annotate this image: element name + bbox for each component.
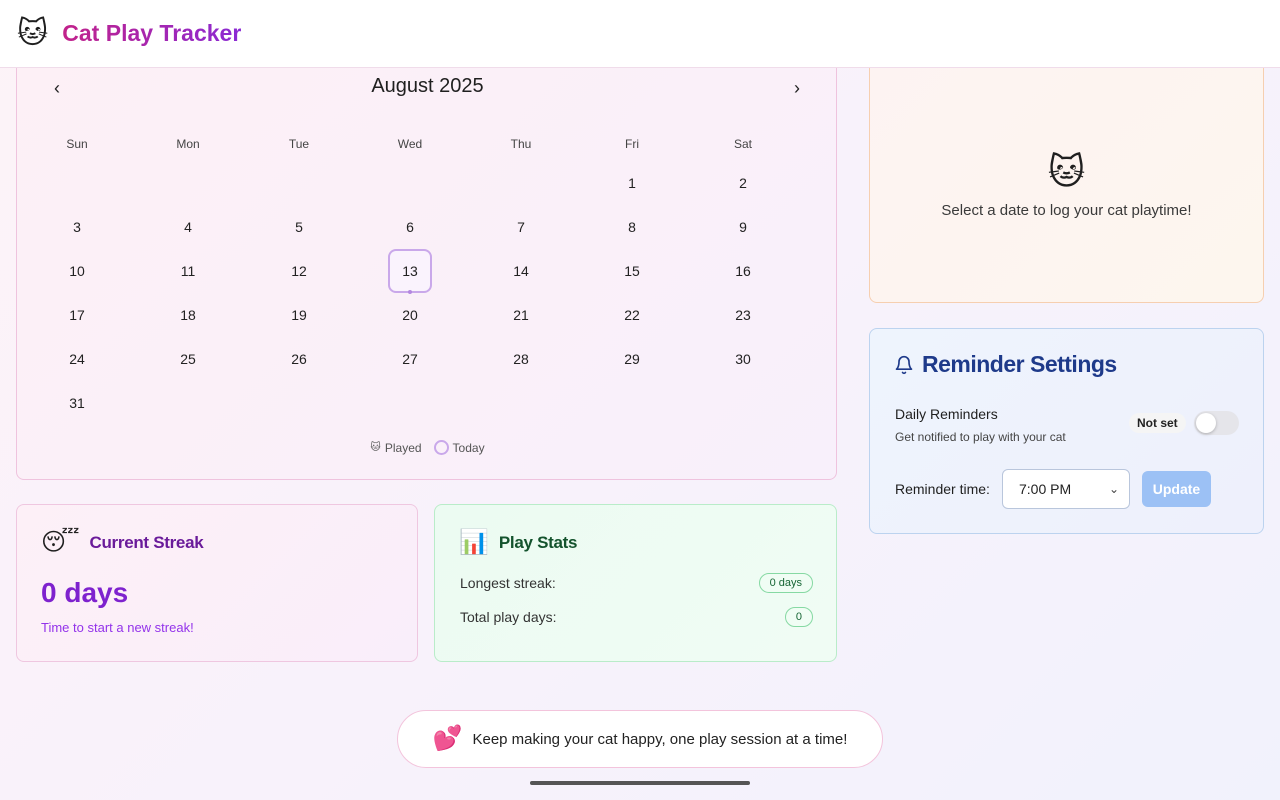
bell-icon <box>895 355 913 374</box>
calendar-day[interactable]: 2 <box>721 161 765 205</box>
sleepy-face-icon: 😴 <box>41 529 80 556</box>
reminder-status-badge: Not set <box>1129 413 1186 433</box>
streak-subtitle: Time to start a new streak! <box>41 620 194 635</box>
calendar-day-today[interactable]: 13 <box>388 249 432 294</box>
selected-time: 7:00 PM <box>1019 481 1072 497</box>
calendar-day[interactable]: 24 <box>55 337 99 381</box>
footer-message-pill: 💕 Keep making your cat happy, one play s… <box>397 710 883 768</box>
calendar-day[interactable]: 23 <box>721 293 765 337</box>
reminder-time-select[interactable]: 7:00 PM ⌄ <box>1002 469 1130 509</box>
daily-reminders-description: Get notified to play with your cat <box>895 430 1066 444</box>
legend-played-label: Played <box>384 440 422 455</box>
today-ring-icon <box>433 440 449 455</box>
reminder-time-label: Reminder time: <box>895 481 990 497</box>
cat-logo-icon: 🐱 <box>17 16 49 50</box>
stat-label: Longest streak: <box>460 575 556 591</box>
toggle-knob <box>1196 413 1216 433</box>
calendar-day[interactable]: 28 <box>499 337 543 381</box>
calendar-day[interactable]: 1 <box>610 161 654 205</box>
calendar-day[interactable]: 12 <box>277 249 321 293</box>
streak-value: 0 days <box>41 577 129 608</box>
calendar-month-label: August 2025 <box>371 75 484 97</box>
calendar-day[interactable]: 3 <box>55 205 99 249</box>
stat-label: Total play days: <box>460 609 557 625</box>
calendar-day[interactable]: 7 <box>499 205 543 249</box>
reminder-settings-card: Reminder Settings Daily Reminders Get no… <box>869 328 1264 534</box>
cat-face-icon: 🐱 <box>370 442 381 453</box>
weekday-label: Fri <box>625 137 639 151</box>
daily-reminders-toggle[interactable] <box>1194 411 1239 435</box>
stats-title: Play Stats <box>498 533 578 552</box>
calendar-day[interactable]: 30 <box>721 337 765 381</box>
calendar-day[interactable]: 8 <box>610 205 654 249</box>
calendar-card: ‹ August 2025 › Sun Mon Tue Wed Thu Fri Sat 12… <box>16 50 837 480</box>
calendar-day[interactable]: 31 <box>55 381 99 425</box>
app-title: Cat Play Tracker <box>62 20 242 46</box>
calendar-day[interactable]: 21 <box>499 293 543 337</box>
calendar-day[interactable]: 22 <box>610 293 654 337</box>
calendar-day[interactable]: 5 <box>277 205 321 249</box>
calendar-day[interactable]: 6 <box>388 205 432 249</box>
weekday-label: Mon <box>176 137 200 151</box>
chevron-down-icon: ⌄ <box>1108 482 1119 496</box>
calendar-day[interactable]: 20 <box>388 293 432 337</box>
daily-reminders-label: Daily Reminders <box>895 406 998 422</box>
stat-badge: 0 days <box>758 573 813 593</box>
calendar-day[interactable]: 17 <box>55 293 99 337</box>
calendar-day[interactable]: 4 <box>166 205 210 249</box>
weekday-label: Thu <box>510 137 532 151</box>
update-button[interactable]: Update <box>1142 471 1211 507</box>
calendar-day[interactable]: 25 <box>166 337 210 381</box>
legend-today: Today <box>433 440 485 455</box>
streak-title: Current Streak <box>89 533 204 552</box>
calendar-day[interactable]: 9 <box>721 205 765 249</box>
log-empty-message: Select a date to log your cat playtime! <box>941 202 1192 219</box>
legend-today-label: Today <box>452 440 485 455</box>
next-month-button[interactable]: › <box>777 77 817 99</box>
weekday-label: Sun <box>66 137 88 151</box>
footer-message: Keep making your cat happy, one play ses… <box>472 730 848 748</box>
home-indicator[interactable] <box>530 781 750 785</box>
reminder-title: Reminder Settings <box>922 351 1117 377</box>
play-stats-card: 📊 Play Stats Longest streak: 0 days Tota… <box>434 504 837 662</box>
weekday-label: Sat <box>733 137 752 151</box>
stat-badge: 0 <box>784 607 813 627</box>
reminder-title-row: Reminder Settings <box>894 351 1117 378</box>
cat-face-icon: 🐱 <box>1047 151 1086 192</box>
calendar-day[interactable]: 11 <box>166 249 210 293</box>
stat-row-longest-streak: Longest streak: 0 days <box>460 573 813 593</box>
calendar-day[interactable]: 10 <box>55 249 99 293</box>
bar-chart-icon: 📊 <box>459 529 489 556</box>
playtime-log-card: 🐱 Select a date to log your cat playtime… <box>869 50 1264 303</box>
app-header: 🐱 Cat Play Tracker <box>0 0 1280 68</box>
weekday-label: Wed <box>397 137 423 151</box>
stat-row-total-play-days: Total play days: 0 <box>460 607 813 627</box>
calendar-day[interactable]: 18 <box>166 293 210 337</box>
calendar-day[interactable]: 19 <box>277 293 321 337</box>
calendar-day[interactable]: 14 <box>499 249 543 293</box>
calendar-day[interactable]: 16 <box>721 249 765 293</box>
current-streak-card: 😴 Current Streak 0 days Time to start a … <box>16 504 418 662</box>
calendar-day[interactable]: 26 <box>277 337 321 381</box>
streak-title-row: 😴 Current Streak <box>41 529 204 556</box>
calendar-day[interactable]: 27 <box>388 337 432 381</box>
hearts-icon: 💕 <box>432 725 463 752</box>
calendar-day[interactable]: 15 <box>610 249 654 293</box>
calendar-day[interactable]: 29 <box>610 337 654 381</box>
weekday-label: Tue <box>288 137 310 151</box>
stats-title-row: 📊 Play Stats <box>459 531 577 555</box>
legend-played: 🐱 Played <box>370 441 421 455</box>
calendar-legend: 🐱 Played Today <box>17 440 838 455</box>
